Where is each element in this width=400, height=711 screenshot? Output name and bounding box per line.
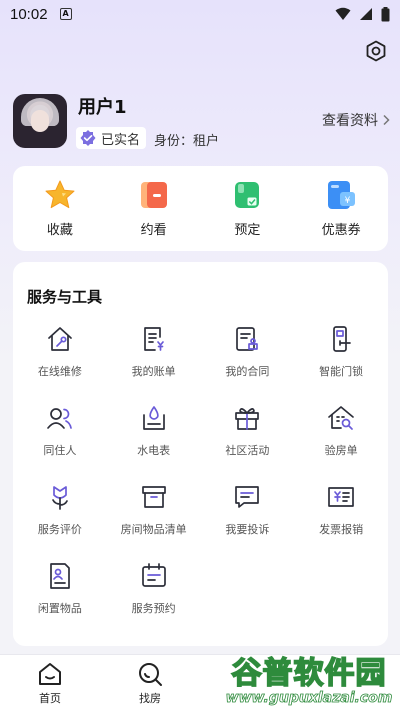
service-utility-meter[interactable]: 水电表	[107, 399, 201, 478]
identity-label: 身份：租户	[154, 134, 220, 149]
service-label: 我的账单	[131, 365, 176, 378]
services-card: 服务与工具 在线维修 我的账单 我的合同 智能门锁 同住人 水电表 社区活动 验…	[13, 262, 388, 646]
battery-icon	[381, 6, 390, 21]
appointment-card-icon	[140, 182, 167, 208]
house-inspection-icon	[328, 406, 354, 430]
service-my-bill[interactable]: 我的账单	[107, 320, 201, 399]
quick-label: 预定	[234, 223, 261, 238]
watermark: 谷普软件园 www.gupuxlazai.com	[218, 652, 400, 711]
quick-viewing[interactable]: 约看	[107, 166, 201, 251]
service-label: 验房单	[324, 444, 358, 457]
service-booking[interactable]: 服务预约	[107, 557, 201, 636]
wifi-icon	[335, 7, 351, 20]
coupon-icon: ¥	[328, 181, 356, 209]
avatar[interactable]	[13, 94, 67, 148]
quick-favorites[interactable]: 收藏	[13, 166, 107, 251]
contract-icon	[236, 327, 259, 351]
status-time: 10:02	[10, 5, 48, 23]
service-online-repair[interactable]: 在线维修	[13, 320, 107, 399]
nav-home[interactable]: 首页	[0, 655, 100, 711]
quick-label: 收藏	[46, 223, 73, 238]
avatar-face	[31, 110, 49, 132]
chevron-right-icon	[383, 114, 390, 126]
storage-box-icon	[141, 486, 166, 508]
gift-icon	[235, 408, 260, 430]
settings-hexagon-icon[interactable]	[364, 39, 388, 63]
services-title: 服务与工具	[27, 288, 103, 306]
service-label: 我的合同	[225, 365, 270, 378]
nav-label: 找房	[139, 692, 161, 705]
signal-icon	[360, 8, 372, 20]
verified-badge: 已实名	[76, 127, 147, 149]
service-inspection[interactable]: 验房单	[294, 399, 388, 478]
service-complaint[interactable]: 我要投诉	[201, 478, 295, 557]
service-smart-lock[interactable]: 智能门锁	[294, 320, 388, 399]
view-profile-link[interactable]: 查看资料	[322, 110, 390, 130]
svg-text:¥: ¥	[345, 196, 351, 206]
service-label: 水电表	[137, 444, 171, 457]
service-label: 服务评价	[37, 523, 82, 536]
complaint-chat-icon	[235, 486, 260, 508]
repair-house-icon	[48, 327, 72, 351]
service-cohabitants[interactable]: 同住人	[13, 399, 107, 478]
notification-app-icon: A	[59, 8, 72, 20]
service-label: 我要投诉	[225, 523, 270, 536]
star-icon	[45, 180, 75, 209]
idle-items-icon	[50, 563, 70, 589]
quick-label: 优惠券	[321, 223, 361, 238]
watermark-title: 谷普软件园	[231, 655, 387, 691]
service-idle-items[interactable]: 闲置物品	[13, 557, 107, 636]
service-label: 发票报销	[319, 523, 364, 536]
service-label: 闲置物品	[37, 602, 82, 615]
service-invoice[interactable]: 发票报销	[294, 478, 388, 557]
flower-rating-icon	[52, 486, 68, 510]
service-my-contract[interactable]: 我的合同	[201, 320, 295, 399]
service-label: 服务预约	[131, 602, 176, 615]
utility-meter-icon	[142, 406, 165, 430]
calendar-icon	[141, 563, 166, 587]
quick-actions-card: 收藏 约看 预定 ¥ 优惠券	[13, 166, 388, 251]
service-label: 社区活动	[225, 444, 270, 457]
watermark-url: www.gupuxlazai.com	[225, 689, 393, 706]
quick-reserve[interactable]: 预定	[201, 166, 295, 251]
service-community-events[interactable]: 社区活动	[201, 399, 295, 478]
roommates-icon	[47, 408, 72, 429]
service-label: 同住人	[43, 444, 77, 457]
nav-label: 首页	[39, 692, 61, 705]
service-room-inventory[interactable]: 房间物品清单	[107, 478, 201, 557]
service-label: 房间物品清单	[120, 523, 187, 536]
service-label: 在线维修	[37, 365, 82, 378]
verified-label: 已实名	[101, 132, 141, 148]
service-rating[interactable]: 服务评价	[13, 478, 107, 557]
user-name: 用户1	[78, 97, 127, 118]
home-icon	[39, 663, 61, 685]
quick-label: 约看	[140, 223, 167, 238]
verified-shield-icon	[80, 130, 96, 146]
search-icon	[139, 663, 162, 686]
view-profile-label: 查看资料	[322, 113, 378, 129]
invoice-icon	[328, 487, 354, 507]
nav-find-house[interactable]: 找房	[100, 655, 200, 711]
status-bar: 10:02 A	[0, 0, 400, 28]
quick-coupons[interactable]: ¥ 优惠券	[294, 166, 388, 251]
service-label: 智能门锁	[319, 365, 364, 378]
services-grid: 在线维修 我的账单 我的合同 智能门锁 同住人 水电表 社区活动 验房单 服务评…	[13, 320, 388, 636]
reserve-wallet-icon	[235, 182, 260, 208]
bill-icon	[143, 327, 164, 351]
smart-lock-icon	[333, 326, 351, 352]
